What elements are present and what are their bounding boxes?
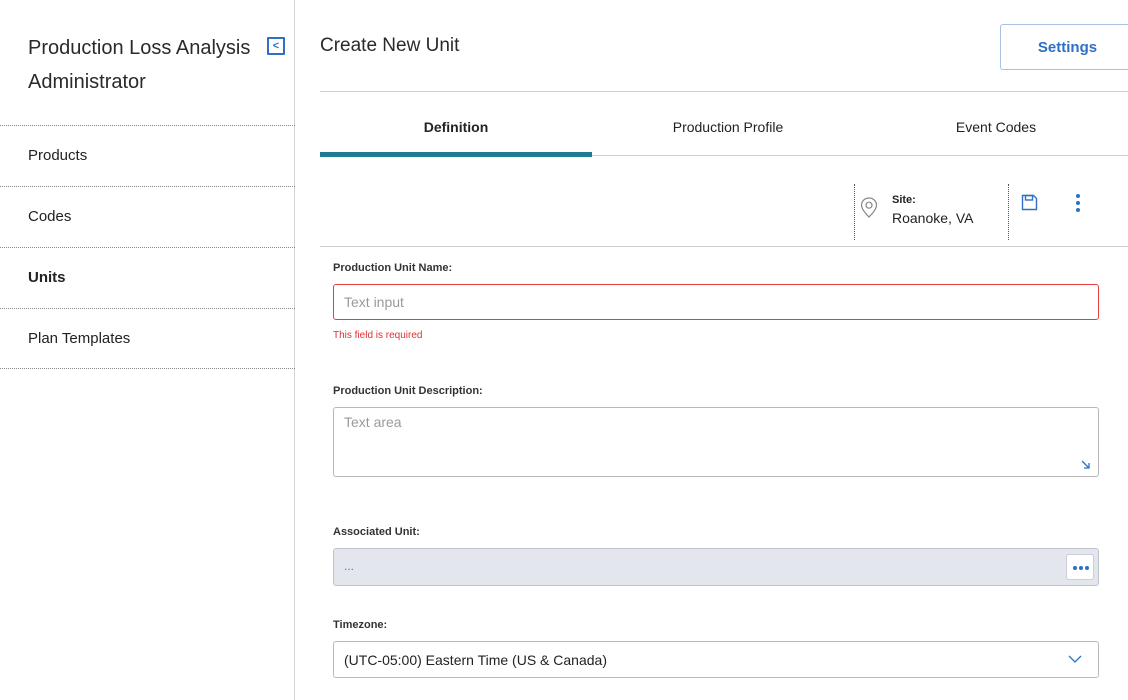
chevron-left-icon: <	[269, 39, 283, 53]
divider	[1008, 184, 1009, 240]
name-label: Production Unit Name:	[333, 262, 453, 274]
timezone-label: Timezone:	[333, 619, 388, 631]
associated-unit-label: Associated Unit:	[333, 526, 420, 538]
more-vertical-icon[interactable]	[1068, 191, 1088, 215]
settings-button[interactable]: Settings	[1000, 24, 1128, 70]
tab-bar: Definition Production Profile Event Code…	[320, 92, 1128, 157]
associated-unit-picker-button[interactable]	[1066, 554, 1094, 580]
divider	[854, 184, 855, 240]
toolbar: Site: Roanoke, VA	[320, 157, 1128, 247]
sidebar: Production Loss Analysis Administrator <…	[0, 0, 295, 700]
sidebar-item-codes[interactable]: Codes	[0, 186, 295, 247]
main-panel: Create New Unit Settings Definition Prod…	[296, 0, 1128, 700]
location-pin-icon	[860, 197, 878, 218]
description-label: Production Unit Description:	[333, 385, 483, 397]
page-title: Create New Unit	[320, 35, 460, 56]
save-icon[interactable]	[1021, 194, 1038, 211]
sidebar-nav: Products Codes Units Plan Templates	[0, 125, 295, 369]
timezone-value: (UTC-05:00) Eastern Time (US & Canada)	[344, 652, 607, 668]
tab-event-codes[interactable]: Event Codes	[864, 92, 1128, 156]
sidebar-item-products[interactable]: Products	[0, 125, 295, 186]
tab-definition[interactable]: Definition	[320, 92, 592, 157]
sidebar-item-plan-templates[interactable]: Plan Templates	[0, 308, 295, 369]
production-unit-description-textarea[interactable]	[333, 407, 1099, 477]
tab-production-profile[interactable]: Production Profile	[592, 92, 864, 156]
associated-unit-field[interactable]: ...	[333, 548, 1099, 586]
site-label: Site:	[892, 194, 916, 206]
name-error-message: This field is required	[333, 330, 423, 341]
sidebar-item-units[interactable]: Units	[0, 247, 295, 308]
resize-icon[interactable]	[1080, 459, 1092, 471]
associated-unit-value: ...	[344, 559, 355, 573]
app-title: Production Loss Analysis Administrator	[28, 37, 251, 93]
production-unit-name-input[interactable]	[333, 284, 1099, 320]
collapse-sidebar-button[interactable]: <	[267, 37, 285, 55]
chevron-down-icon	[1068, 655, 1082, 663]
site-value: Roanoke, VA	[892, 210, 974, 226]
timezone-select[interactable]: (UTC-05:00) Eastern Time (US & Canada)	[333, 641, 1099, 678]
